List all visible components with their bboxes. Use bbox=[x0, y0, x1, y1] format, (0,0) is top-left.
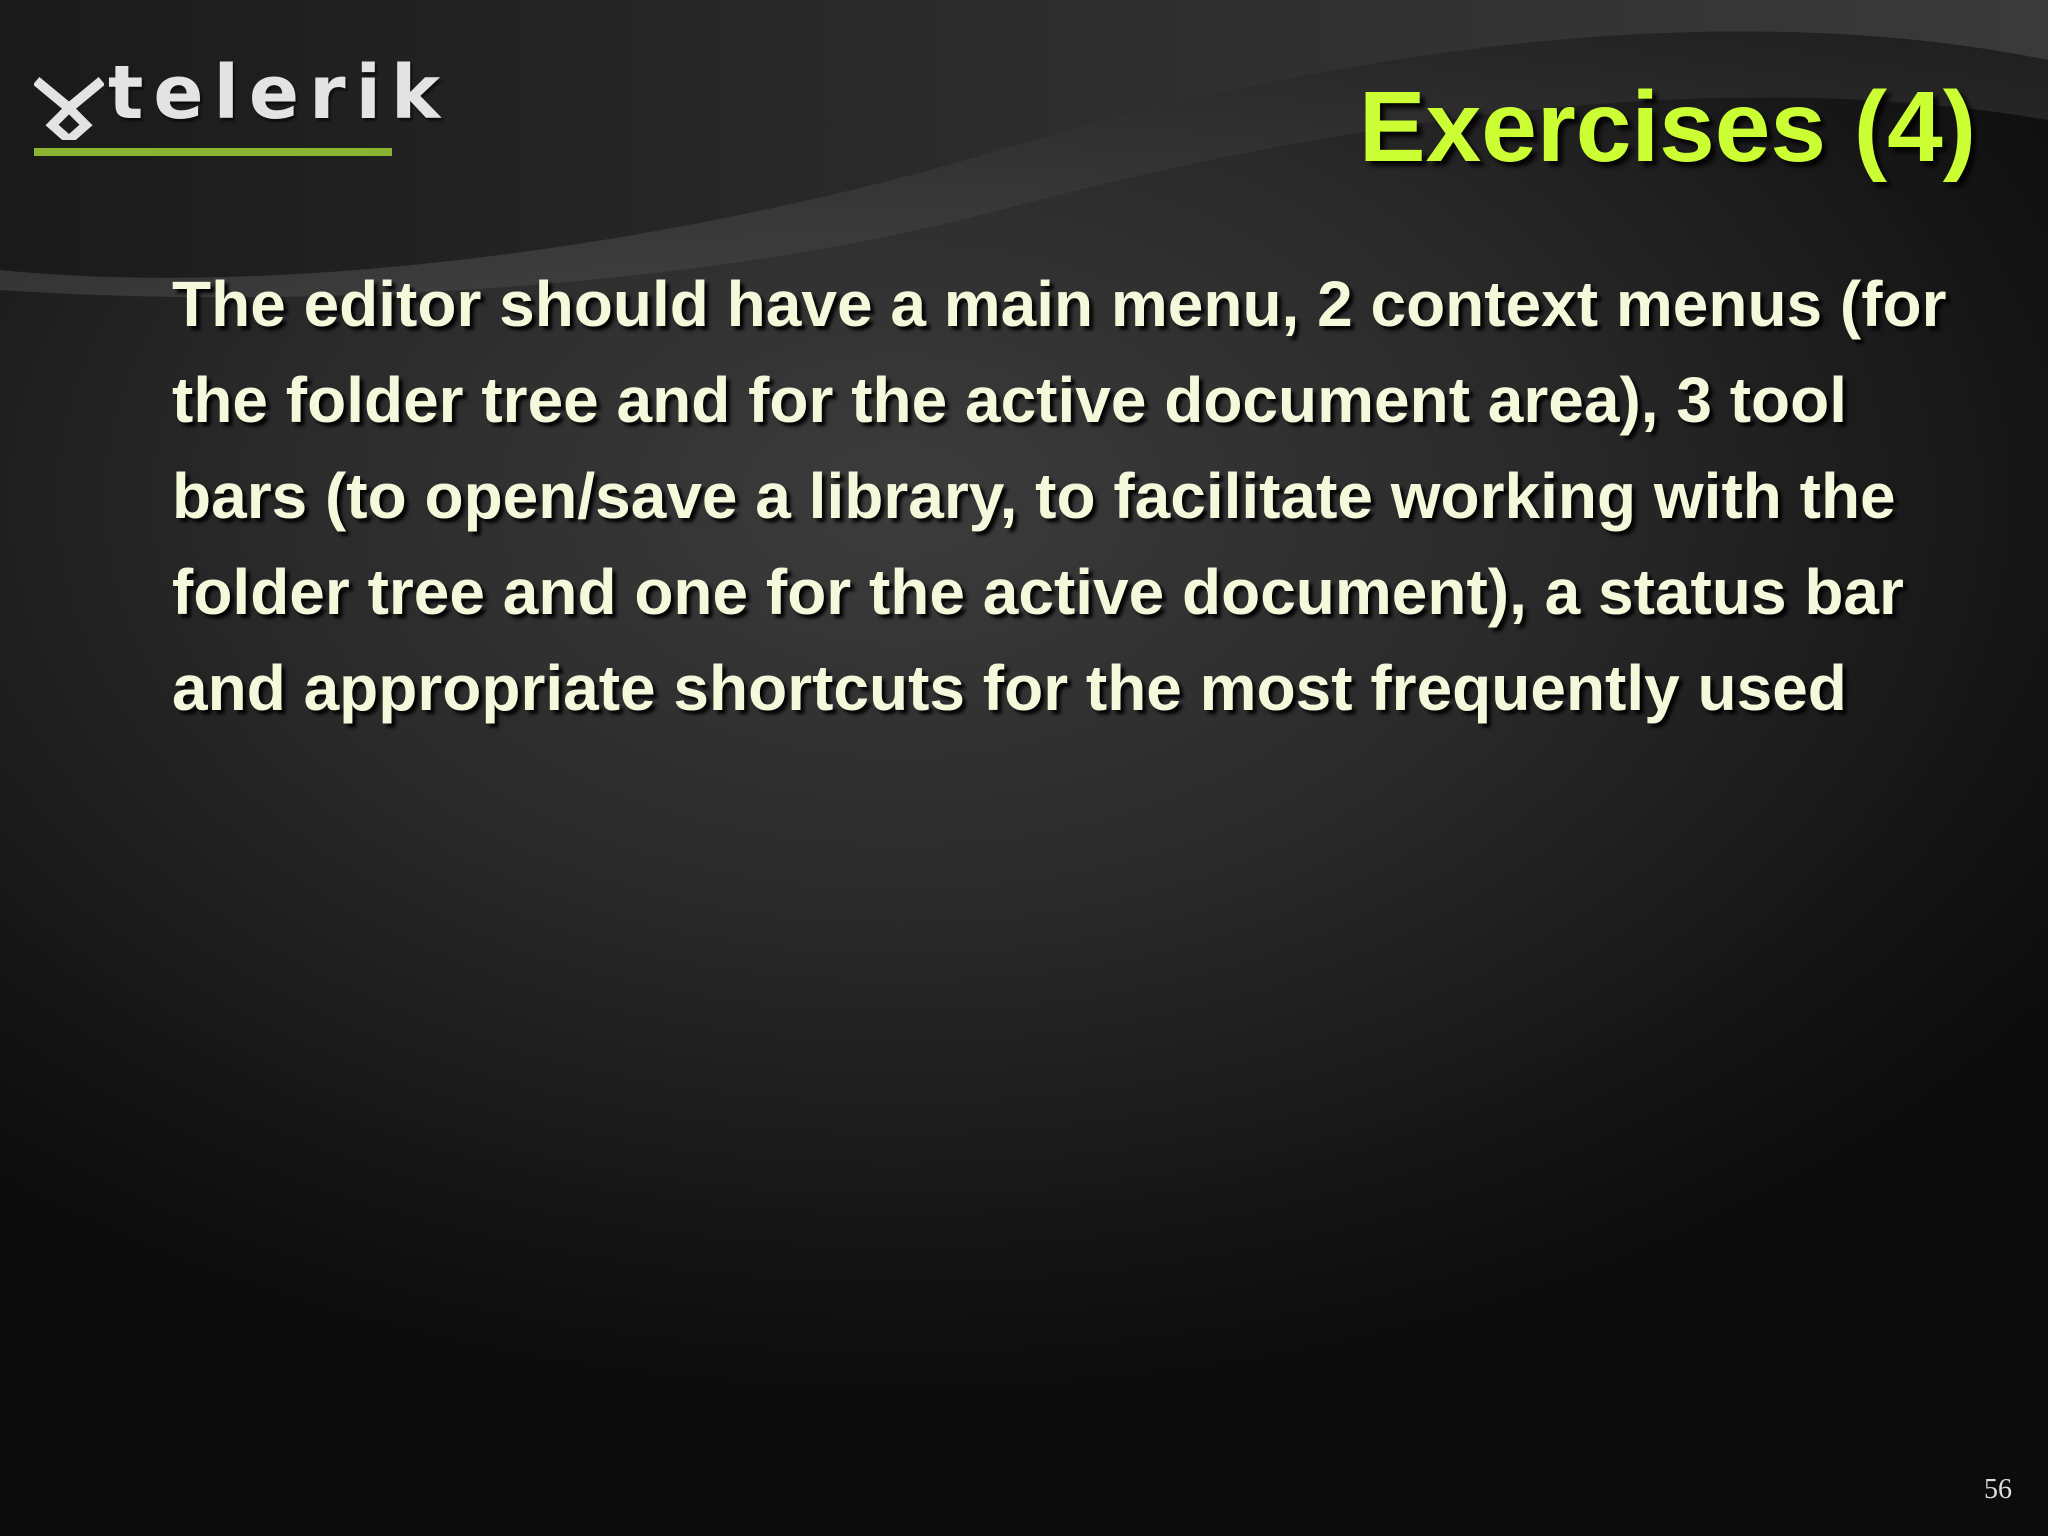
slide-title: Exercises (4) bbox=[1358, 71, 1976, 183]
page-number: 56 bbox=[1984, 1474, 2012, 1505]
telerik-logo: telerik bbox=[34, 56, 440, 160]
slide-body-text: The editor should have a main menu, 2 co… bbox=[172, 268, 1947, 724]
slide: telerik Exercises (4) The editor should … bbox=[0, 0, 2048, 1536]
logo-wordmark: telerik bbox=[108, 50, 451, 136]
logo-underline bbox=[34, 148, 392, 156]
telerik-mark-icon bbox=[34, 76, 104, 140]
